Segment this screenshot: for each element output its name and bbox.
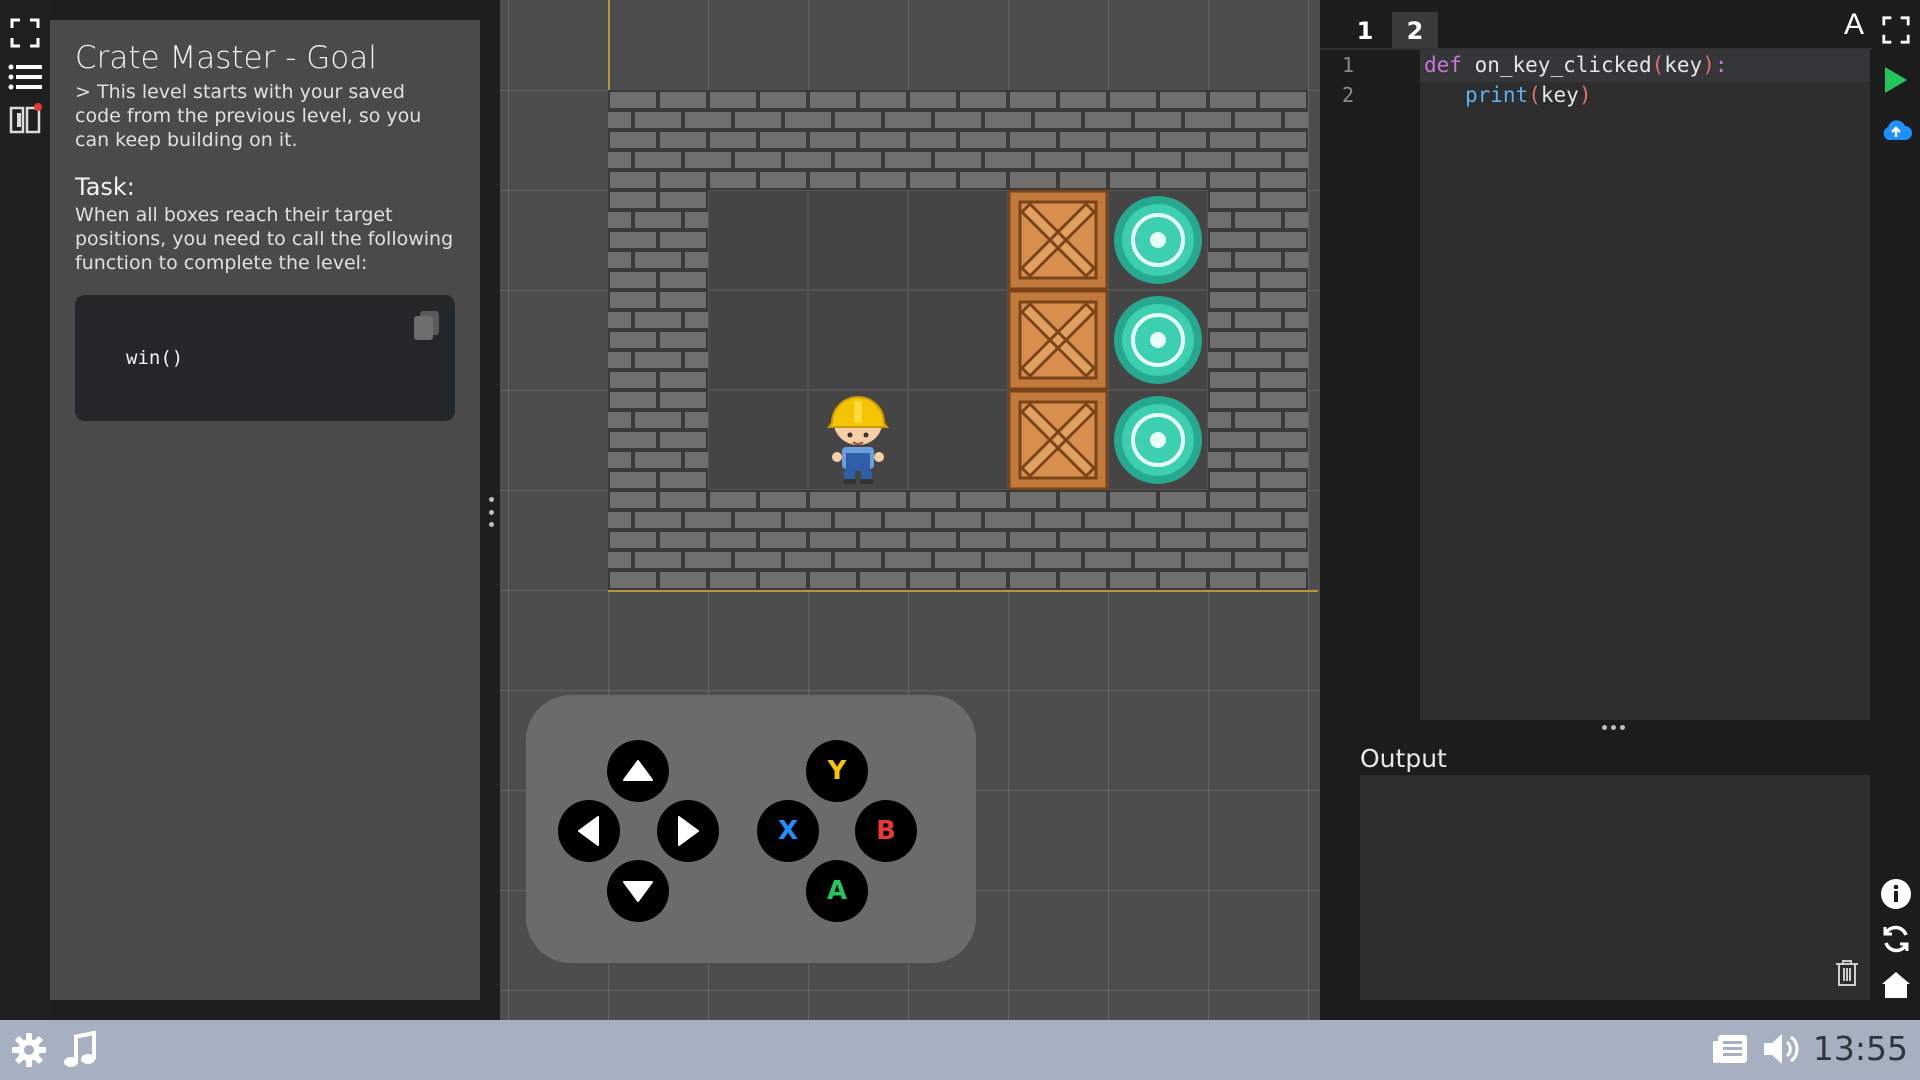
dpad-left-button[interactable]: [558, 800, 620, 862]
wall-tile: [785, 490, 1006, 590]
wall-tile: [1085, 90, 1306, 190]
floor-tile: [708, 390, 808, 490]
dpad-right-button[interactable]: [657, 800, 719, 862]
target-marker: [1108, 390, 1208, 490]
taskbar: 13:55: [0, 1020, 1920, 1080]
fullscreen-icon[interactable]: [6, 14, 44, 52]
editor-panel: 1 2 A 1 2 def on_key_clicked(key): print…: [1320, 0, 1872, 1020]
code-snippet: win(): [126, 347, 184, 369]
floor-tile: [908, 290, 1008, 390]
x-button[interactable]: X: [757, 800, 819, 862]
music-icon[interactable]: [62, 1030, 96, 1073]
home-icon[interactable]: [1878, 967, 1914, 1003]
level-border: [608, 590, 1318, 592]
news-icon[interactable]: [1712, 1033, 1748, 1069]
info-icon[interactable]: [1878, 876, 1914, 912]
tab-file-2[interactable]: 2: [1392, 12, 1438, 50]
floor-tile: [808, 290, 908, 390]
line-number: 1: [1342, 53, 1355, 77]
wall-tile: [585, 90, 806, 190]
wall-tile: [1185, 390, 1320, 490]
cloud-upload-icon[interactable]: [1878, 112, 1914, 148]
wall-tile: [785, 90, 1006, 190]
floor-tile: [908, 390, 1008, 490]
wall-tile: [1185, 290, 1320, 390]
copy-icon[interactable]: [411, 309, 441, 341]
y-button[interactable]: Y: [806, 740, 868, 802]
wall-tile: [685, 490, 906, 590]
arg: key: [1540, 83, 1579, 107]
wall-tile: [585, 190, 806, 290]
task-heading: Task:: [75, 173, 135, 201]
wall-tile: [585, 490, 806, 590]
output-console: [1360, 775, 1870, 1000]
right-toolbar: [1872, 0, 1920, 1020]
fullscreen-icon[interactable]: [1878, 12, 1914, 48]
crate: [1007, 189, 1109, 291]
clock: 13:55: [1812, 1029, 1908, 1068]
left-splitter-handle[interactable]: [488, 497, 494, 527]
param: key: [1664, 53, 1703, 77]
target-marker: [1108, 290, 1208, 390]
book-icon[interactable]: [6, 100, 44, 138]
output-label: Output: [1360, 744, 1447, 773]
run-icon[interactable]: [1878, 62, 1914, 98]
tab-file-1[interactable]: 1: [1342, 12, 1388, 50]
wall-tile: [585, 290, 806, 390]
code-editor[interactable]: def on_key_clicked(key): print(key): [1420, 50, 1870, 720]
goal-panel: Crate Master - Goal > This level starts …: [50, 20, 480, 1000]
gear-icon[interactable]: [10, 1031, 48, 1073]
output-resize-handle[interactable]: [1602, 725, 1625, 730]
refresh-icon[interactable]: [1878, 921, 1914, 957]
paren-open: (: [1651, 53, 1665, 77]
function-name: on_key_clicked: [1474, 53, 1652, 77]
code-snippet-box: win(): [75, 295, 455, 421]
virtual-gamepad: Y X B A: [526, 695, 976, 963]
line-number: 2: [1342, 83, 1355, 107]
paren-close: ): [1702, 53, 1715, 77]
b-button[interactable]: B: [855, 800, 917, 862]
wall-tile: [885, 90, 1106, 190]
keyword-def: def: [1424, 53, 1462, 77]
builtin-print: print: [1465, 83, 1529, 107]
target-marker: [1108, 190, 1208, 290]
floor-tile: [708, 290, 808, 390]
goal-note: > This level starts with your saved code…: [75, 81, 422, 151]
floor-tile: [708, 190, 808, 290]
wall-tile: [985, 90, 1206, 190]
crate: [1007, 289, 1109, 391]
wall-tile: [585, 390, 806, 490]
wall-tile: [985, 490, 1206, 590]
level-list-icon[interactable]: [6, 58, 44, 96]
code-line-2[interactable]: print(key): [1465, 83, 1591, 107]
code-line-1[interactable]: def on_key_clicked(key):: [1424, 53, 1728, 77]
player-character: [808, 390, 908, 490]
task-text: When all boxes reach their target positi…: [75, 204, 454, 274]
crate: [1007, 389, 1109, 491]
wall-tile: [885, 490, 1106, 590]
paren-open: (: [1528, 83, 1541, 107]
wall-tile: [1185, 490, 1320, 590]
speaker-icon[interactable]: [1762, 1031, 1802, 1071]
dpad-down-button[interactable]: [607, 860, 669, 922]
font-size-button[interactable]: A: [1844, 8, 1864, 42]
wall-tile: [685, 90, 906, 190]
paren-close: ): [1578, 83, 1592, 107]
floor-tile: [908, 190, 1008, 290]
wall-tile: [1185, 90, 1320, 190]
wall-tile: [1085, 490, 1306, 590]
left-toolbar: [0, 0, 50, 1020]
dpad-up-button[interactable]: [607, 740, 669, 802]
colon: :: [1714, 53, 1728, 77]
wall-tile: [1185, 190, 1320, 290]
goal-title: Crate Master - Goal: [75, 40, 377, 76]
a-button[interactable]: A: [806, 860, 868, 922]
trash-icon[interactable]: [1834, 958, 1860, 992]
floor-tile: [808, 190, 908, 290]
level-border: [608, 0, 610, 90]
game-board: Y X B A: [500, 0, 1320, 1020]
